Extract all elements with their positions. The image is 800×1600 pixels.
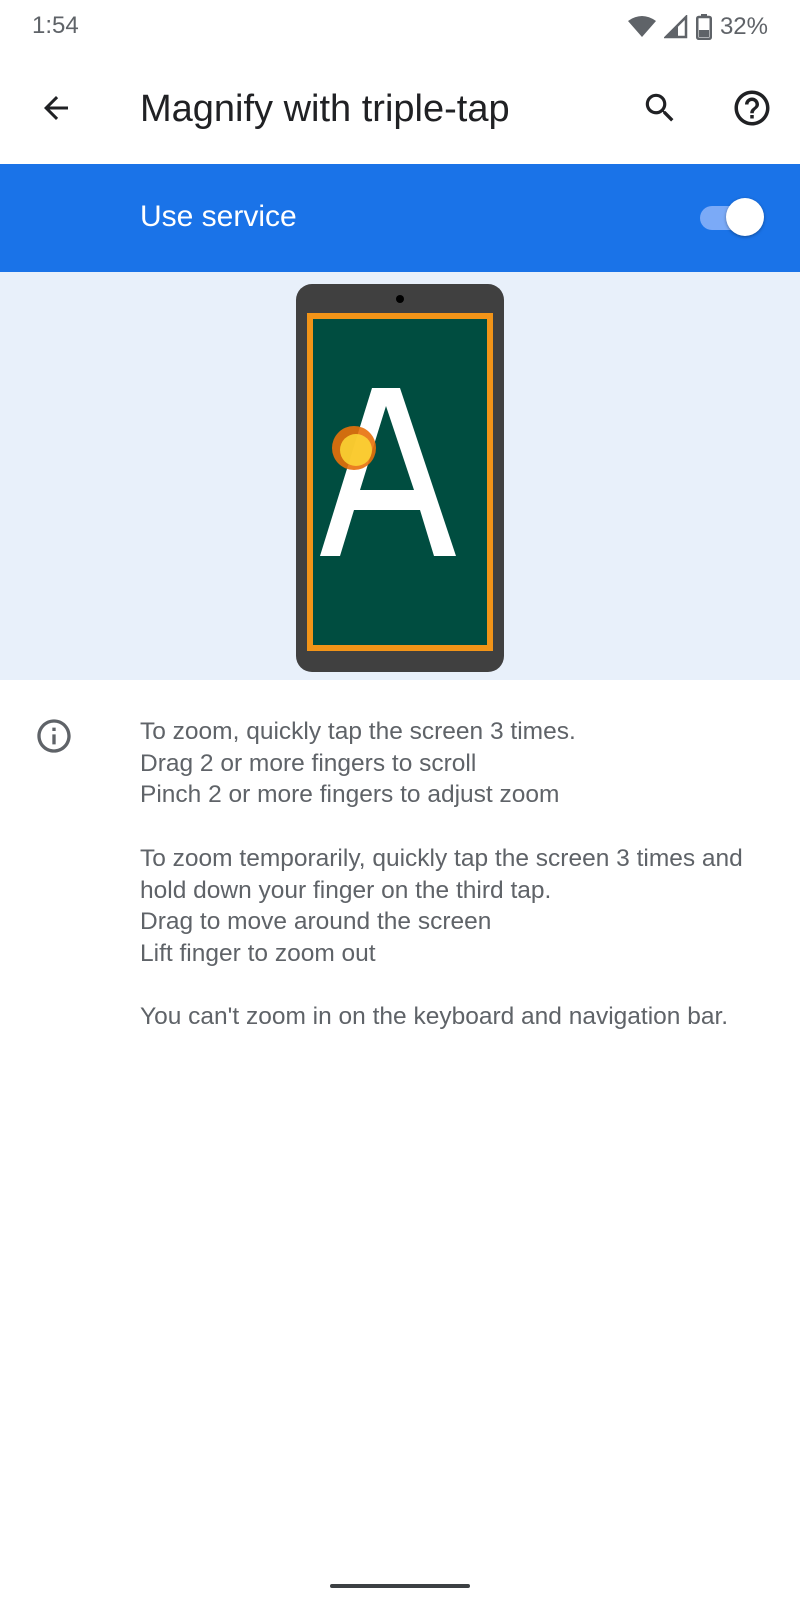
wifi-icon [627,15,656,39]
info-line: To zoom, quickly tap the screen 3 times. [140,718,576,745]
info-line: You can't zoom in on the keyboard and na… [140,1003,729,1031]
app-bar: Magnify with triple-tap [0,56,800,164]
search-icon [641,89,679,132]
navigation-handle[interactable] [330,1584,470,1588]
status-bar: 1:54 32% [0,0,800,56]
info-line: Drag to move around the screen [140,908,492,936]
phone-illustration: A [296,284,504,672]
use-service-label: Use service [140,200,297,233]
info-icon [34,716,74,756]
search-button[interactable] [628,78,692,142]
back-button[interactable] [24,78,88,142]
info-paragraph: To zoom temporarily, quickly tap the scr… [140,843,772,970]
toggle-thumb [726,198,764,236]
info-text: To zoom, quickly tap the screen 3 times.… [140,716,772,1065]
info-line: Drag 2 or more fingers to scroll [140,749,477,777]
help-button[interactable] [720,78,784,142]
magnification-illustration: A [0,272,800,680]
info-line: Lift finger to zoom out [140,939,376,967]
back-arrow-icon [38,90,74,131]
battery-icon [695,14,712,40]
info-paragraph: You can't zoom in on the keyboard and na… [140,1001,772,1033]
use-service-row[interactable]: Use service [0,164,800,272]
page-title: Magnify with triple-tap [140,88,510,130]
info-line: Pinch 2 or more fingers to adjust zoom [140,781,560,809]
screen: 1:54 32% Magnify with triple-tap Use ser… [0,0,800,1600]
status-icons: 32% [627,12,768,42]
cell-signal-icon [663,15,688,39]
status-time: 1:54 [32,12,79,39]
help-icon [731,87,773,134]
use-service-toggle[interactable] [696,198,764,238]
info-paragraph: To zoom, quickly tap the screen 3 times.… [140,716,772,811]
battery-percent: 32% [719,13,768,40]
info-line: To zoom temporarily, quickly tap the scr… [140,844,743,904]
